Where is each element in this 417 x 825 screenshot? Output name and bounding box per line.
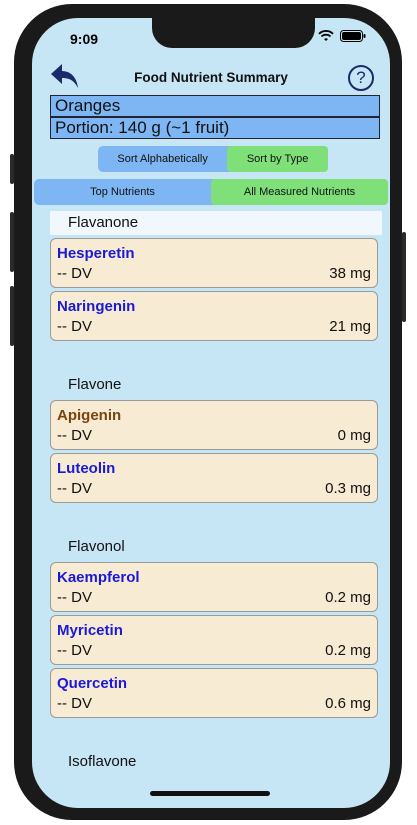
nutrient-name: Myricetin bbox=[57, 622, 123, 639]
nutrient-list[interactable]: Flavanone Hesperetin -- DV 38 mg Naringenin -… bbox=[50, 211, 382, 771]
nav-header: Food Nutrient Summary ? bbox=[32, 62, 390, 92]
daily-value: -- DV bbox=[57, 695, 92, 712]
nutrient-name: Luteolin bbox=[57, 460, 116, 477]
section-header: Flavanone bbox=[50, 211, 382, 235]
power-button bbox=[402, 232, 406, 322]
nutrient-name: Kaempferol bbox=[57, 569, 140, 586]
nutrient-amount: 0 mg bbox=[337, 427, 371, 444]
nutrient-name: Apigenin bbox=[57, 407, 122, 424]
food-name-field[interactable]: Oranges bbox=[50, 95, 380, 117]
nutrient-card[interactable]: Kaempferol -- DV 0.2 mg bbox=[50, 562, 378, 612]
portion-field[interactable]: Portion: 140 g (~1 fruit) bbox=[50, 117, 380, 139]
section-header: Flavonol bbox=[68, 538, 125, 555]
volume-down-button bbox=[10, 286, 14, 346]
daily-value: -- DV bbox=[57, 642, 92, 659]
nutrient-card[interactable]: Quercetin -- DV 0.6 mg bbox=[50, 668, 378, 718]
nutrient-name: Naringenin bbox=[57, 298, 136, 315]
notch bbox=[152, 18, 315, 48]
nutrient-card[interactable]: Myricetin -- DV 0.2 mg bbox=[50, 615, 378, 665]
wifi-icon bbox=[318, 30, 334, 41]
app-screen: 9:09 Food Nutrient Summary ? Oranges Por… bbox=[32, 18, 390, 808]
status-time: 9:09 bbox=[70, 31, 99, 47]
battery-icon bbox=[340, 30, 366, 42]
nutrient-name: Hesperetin bbox=[57, 245, 135, 262]
nutrient-amount: 0.2 mg bbox=[325, 642, 371, 659]
nutrient-amount: 38 mg bbox=[329, 265, 371, 282]
home-indicator[interactable] bbox=[150, 791, 270, 796]
nutrient-amount: 21 mg bbox=[329, 318, 371, 335]
daily-value: -- DV bbox=[57, 265, 92, 282]
sort-alphabetically-option[interactable]: Sort Alphabetically bbox=[98, 146, 227, 172]
section-header: Flavone bbox=[68, 376, 122, 393]
section-header: Isoflavone bbox=[68, 753, 137, 770]
nutrient-amount: 0.2 mg bbox=[325, 589, 371, 606]
nutrient-name: Quercetin bbox=[57, 675, 128, 692]
daily-value: -- DV bbox=[57, 427, 92, 444]
daily-value: -- DV bbox=[57, 318, 92, 335]
nutrient-card[interactable]: Luteolin -- DV 0.3 mg bbox=[50, 453, 378, 503]
scope-toggle: Top Nutrients All Measured Nutrients bbox=[34, 179, 388, 205]
help-button[interactable]: ? bbox=[348, 65, 374, 91]
sort-toggle: Sort Alphabetically Sort by Type bbox=[98, 146, 328, 172]
nutrient-card[interactable]: Hesperetin -- DV 38 mg bbox=[50, 238, 378, 288]
nutrient-amount: 0.6 mg bbox=[325, 695, 371, 712]
nutrient-card[interactable]: Apigenin -- DV 0 mg bbox=[50, 400, 378, 450]
nutrient-amount: 0.3 mg bbox=[325, 480, 371, 497]
volume-up-button bbox=[10, 212, 14, 272]
status-icons bbox=[318, 30, 366, 42]
page-title: Food Nutrient Summary bbox=[134, 70, 288, 85]
mute-switch bbox=[10, 154, 14, 184]
nutrient-card[interactable]: Naringenin -- DV 21 mg bbox=[50, 291, 378, 341]
all-measured-nutrients-option[interactable]: All Measured Nutrients bbox=[211, 179, 388, 205]
daily-value: -- DV bbox=[57, 480, 92, 497]
sort-by-type-option[interactable]: Sort by Type bbox=[227, 146, 328, 172]
daily-value: -- DV bbox=[57, 589, 92, 606]
top-nutrients-option[interactable]: Top Nutrients bbox=[34, 179, 211, 205]
